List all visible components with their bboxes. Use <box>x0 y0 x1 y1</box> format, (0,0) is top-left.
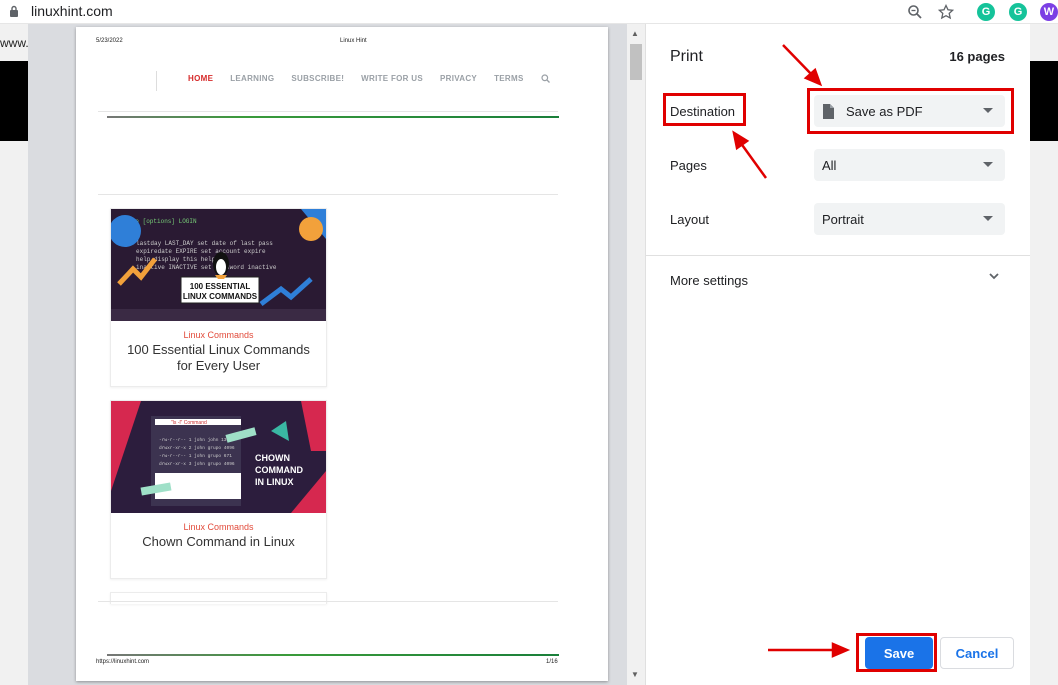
svg-text:inactive INACTIVE set passwo: inactive INACTIVE set password inactive <box>136 264 277 271</box>
scroll-down-icon[interactable]: ▼ <box>631 670 639 679</box>
page-footer-number: 1/16 <box>546 659 558 665</box>
save-button[interactable]: Save <box>865 637 933 669</box>
article-title: Chown Command in Linux <box>142 534 295 549</box>
background-header-left <box>0 61 28 141</box>
nav-write-for-us: WRITE FOR US <box>361 74 423 83</box>
grammarly-extension-icon-2[interactable]: G <box>1009 3 1027 21</box>
article-card: chage [options] LOGIN lastday LAST_DAY s… <box>110 208 327 387</box>
chevron-down-icon[interactable] <box>988 270 1000 282</box>
svg-text:100 ESSENTIAL: 100 ESSENTIAL <box>190 282 251 291</box>
page-footer-url: https://linuxhint.com <box>96 659 150 665</box>
destination-label: Destination <box>670 104 736 119</box>
svg-text:LINUX COMMANDS: LINUX COMMANDS <box>183 292 258 301</box>
svg-text:CHOWN: CHOWN <box>255 453 290 463</box>
layout-label: Layout <box>670 212 710 227</box>
destination-select[interactable]: Save as PDF <box>814 95 1005 127</box>
preview-scrollbar[interactable]: ▲ ▼ <box>627 24 645 685</box>
article-card: "ls -l" Command -rw-r--r-- 1 john john 1… <box>110 400 327 579</box>
nav-terms: TERMS <box>494 74 524 83</box>
article-category: Linux Commands <box>183 330 254 340</box>
layout-value: Portrait <box>822 211 864 227</box>
green-rule-bottom <box>107 654 559 656</box>
nav-privacy: PRIVACY <box>440 74 478 83</box>
preview-page: 5/23/2022 Linux Hint HOME LEARNING SUBSC… <box>76 27 608 681</box>
article-card-partial <box>110 592 327 604</box>
settings-divider <box>646 255 1030 256</box>
svg-text:lastday LAST_DAY set date o: lastday LAST_DAY set date of last pass <box>136 240 273 247</box>
dropdown-caret-icon <box>983 162 993 167</box>
page-break-line <box>98 601 558 602</box>
page-site-title: Linux Hint <box>340 38 367 44</box>
pages-value: All <box>822 157 837 173</box>
background-right-strip <box>1030 141 1058 685</box>
svg-text:IN LINUX: IN LINUX <box>255 477 294 487</box>
header-divider <box>98 111 558 112</box>
nav-home: HOME <box>188 74 214 83</box>
svg-text:help display th: help display this help <box>136 256 216 263</box>
page-count: 16 pages <box>949 49 1005 64</box>
lock-icon <box>10 5 18 17</box>
extension-icon[interactable]: W <box>1040 3 1058 21</box>
article-thumbnail: "ls -l" Command -rw-r--r-- 1 john john 1… <box>111 401 326 513</box>
bookmark-star-icon[interactable] <box>936 2 956 22</box>
svg-text:expiredate EXPIRE set accou: expiredate EXPIRE set account expire <box>136 248 266 255</box>
dropdown-caret-icon <box>983 108 993 113</box>
pages-label: Pages <box>670 158 707 173</box>
file-icon <box>823 103 834 119</box>
section-divider <box>98 194 558 195</box>
page-date: 5/23/2022 <box>96 38 123 44</box>
nav-search-icon <box>540 74 550 83</box>
print-preview: 5/23/2022 Linux Hint HOME LEARNING SUBSC… <box>28 24 645 685</box>
print-title: Print <box>670 48 703 65</box>
cancel-button[interactable]: Cancel <box>940 637 1014 669</box>
svg-text:"ls -l" Command: "ls -l" Command <box>171 420 207 426</box>
scroll-up-icon[interactable]: ▲ <box>631 29 639 38</box>
site-nav: HOME LEARNING SUBSCRIBE! WRITE FOR US PR… <box>188 74 550 83</box>
destination-value: Save as PDF <box>846 103 923 119</box>
zoom-icon[interactable] <box>905 2 925 22</box>
dropdown-caret-icon <box>983 216 993 221</box>
layout-select[interactable]: Portrait <box>814 203 1005 235</box>
pages-select[interactable]: All <box>814 149 1005 181</box>
scroll-thumb[interactable] <box>630 44 642 80</box>
nav-learning: LEARNING <box>230 74 275 83</box>
article-thumbnail: chage [options] LOGIN lastday LAST_DAY s… <box>111 209 326 321</box>
print-settings-panel: Print 16 pages Destination Save as PDF P… <box>645 24 1030 685</box>
more-settings-toggle[interactable]: More settings <box>670 273 748 288</box>
svg-text:drwxr-xr-x 3 john grupo 4096: drwxr-xr-x 3 john grupo 4096 <box>159 461 235 467</box>
svg-text:drwxr-xr-x 2 john grupo 4096: drwxr-xr-x 2 john grupo 4096 <box>159 445 235 451</box>
nav-subscribe: SUBSCRIBE! <box>291 74 345 83</box>
url-text[interactable]: linuxhint.com <box>31 3 113 19</box>
address-bar[interactable]: linuxhint.com G G W <box>0 0 1058 24</box>
svg-text:-rw-r--r-- 1 john john 1300: -rw-r--r-- 1 john john 1300 <box>159 437 232 443</box>
svg-text:COMMAND: COMMAND <box>255 465 303 475</box>
green-rule <box>107 116 559 118</box>
background-header-right <box>1030 61 1058 141</box>
grammarly-extension-icon[interactable]: G <box>977 3 995 21</box>
article-category: Linux Commands <box>183 522 254 532</box>
logo-divider <box>156 71 157 91</box>
article-title: 100 Essential Linux Commands for Every U… <box>127 342 310 373</box>
svg-text:-rw-r--r-- 1 john grupo 671: -rw-r--r-- 1 john grupo 671 <box>159 453 232 459</box>
